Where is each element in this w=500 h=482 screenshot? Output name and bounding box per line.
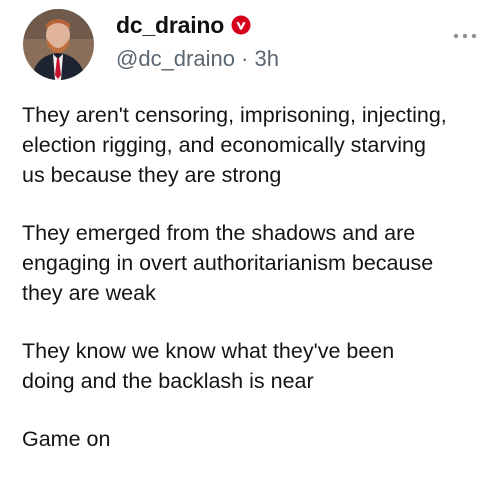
handle[interactable]: @dc_draino: [116, 46, 235, 71]
avatar-image: [23, 9, 94, 80]
tweet-header: dc_draino @dc_draino · 3h: [116, 11, 279, 72]
display-name[interactable]: dc_draino: [116, 12, 224, 39]
handle-row: @dc_draino · 3h: [116, 46, 279, 72]
verified-badge-icon: [231, 15, 251, 35]
tweet-paragraph: They emerged from the shadows and are en…: [22, 221, 434, 305]
timestamp[interactable]: 3h: [255, 46, 279, 71]
more-options-icon[interactable]: [452, 27, 478, 39]
name-row: dc_draino: [116, 11, 279, 39]
avatar[interactable]: [23, 9, 94, 80]
tweet-paragraph: They aren't censoring, imprisoning, inje…: [22, 103, 447, 187]
separator: ·: [241, 46, 249, 71]
tweet-card: dc_draino @dc_draino · 3h They aren't ce…: [0, 0, 500, 475]
tweet-text: They aren't censoring, imprisoning, inje…: [22, 100, 492, 482]
tweet-paragraph: They know we know what they've been doin…: [22, 339, 395, 393]
tweet-paragraph: Game on: [22, 427, 111, 451]
